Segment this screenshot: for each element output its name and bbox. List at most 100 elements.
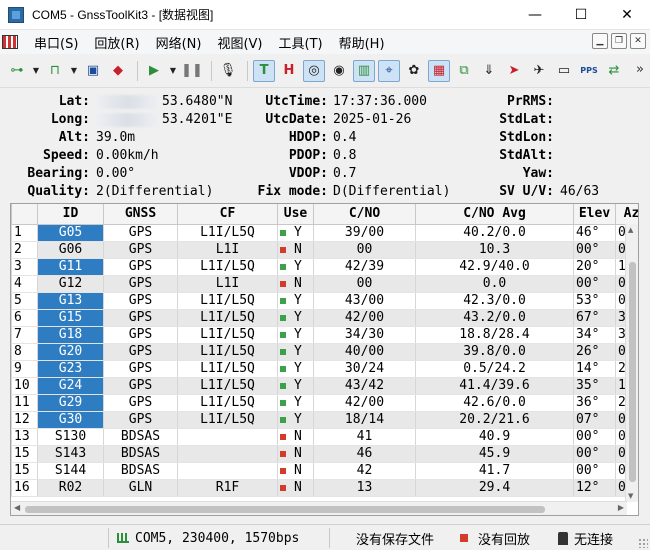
column-header-cno-avg[interactable]: C/NO Avg [415,204,574,225]
data-grid-icon[interactable]: ▦ [428,59,450,82]
save-status: 没有保存文件 [356,528,434,548]
horizontal-scrollbar[interactable]: ◀ ▶ [11,501,627,515]
table-row[interactable]: 16R02GLNR1FN1329.412°04 [11,479,638,497]
text-view-icon[interactable]: T [253,59,275,82]
maximize-button[interactable]: ☐ [558,0,604,30]
save-icon[interactable]: ▣ [82,60,104,82]
menu-help[interactable]: 帮助(H) [331,30,393,54]
table-row[interactable]: 15S144BDSASN4241.700°00 [11,462,638,480]
settings-icon[interactable]: ✿ [403,60,425,82]
resize-grip-icon[interactable] [638,538,648,548]
vdop-value: 0.7 [333,166,357,181]
vertical-scrollbar[interactable]: ▲ ▼ [625,224,638,502]
mdi-restore-button[interactable]: ❐ [611,33,627,49]
vertical-scroll-thumb[interactable] [629,262,636,482]
table-row[interactable]: 8G20GPSL1I/L5QY40/0039.8/0.026°08 [11,343,638,361]
menu-serial[interactable]: 串口(S) [26,30,86,54]
port-status: COM5, 230400, 1570bps [108,528,330,548]
satellite-icon[interactable]: ✈ [528,60,550,82]
navigation-icon[interactable]: ➤ [503,60,525,82]
dropdown-arrow-icon[interactable]: ▼ [69,60,79,82]
row-number: 1 [11,224,38,242]
swap-icon[interactable]: ⇄ [603,60,625,82]
table-row[interactable]: 13S130BDSASN4140.900°00 [11,428,638,446]
row-number: 10 [11,377,38,395]
used-indicator-icon [280,229,286,236]
tag-icon[interactable]: ◆ [107,60,129,82]
dropdown-arrow-icon[interactable]: ▼ [168,60,178,82]
table-row[interactable]: 3G11GPSL1I/L5QY42/3942.9/40.020°13 [11,258,638,276]
elevation: 12° [573,479,616,497]
minimize-button[interactable]: — [512,0,558,30]
gnss-system: GPS [103,275,178,293]
menu-replay[interactable]: 回放(R) [86,30,147,54]
scroll-right-icon[interactable]: ▶ [618,503,624,512]
satellite-id: S143 [37,445,104,463]
carrier-frequency: L1I/L5Q [177,343,278,361]
table-row[interactable]: 1G05GPSL1I/L5QY39/0040.2/0.046°04 [11,224,638,242]
carrier-frequency: L1I/L5Q [177,292,278,310]
column-header-use[interactable]: Use [277,204,314,225]
pps-icon[interactable]: PPS [578,60,600,82]
header-view-icon[interactable]: H [278,60,300,82]
compass-view-icon[interactable]: ◉ [328,60,350,82]
column-header-rownum[interactable] [11,204,38,225]
satellite-id: G05 [37,224,104,242]
dropdown-arrow-icon[interactable]: ▼ [31,60,41,82]
table-row[interactable]: 5G13GPSL1I/L5QY43/0042.3/0.053°03 [11,292,638,310]
download-icon[interactable]: ⇓ [478,60,500,82]
document-icon[interactable] [2,35,18,49]
scroll-up-icon[interactable]: ▲ [628,226,633,234]
unused-indicator-icon [280,433,286,440]
mdi-close-button[interactable]: ✕ [630,33,646,49]
table-row[interactable]: 2G06GPSL1IN0010.300°00 [11,241,638,259]
menu-view[interactable]: 视图(V) [209,30,270,54]
hdop-label: HDOP: [288,130,328,145]
table-row[interactable]: 4G12GPSL1IN000.000°00 [11,275,638,293]
row-number: 5 [11,292,38,310]
target-view-icon[interactable]: ◎ [303,59,325,82]
signal-wave-icon[interactable]: ⊓ [44,60,66,82]
scroll-down-icon[interactable]: ▼ [628,492,633,500]
more-icon[interactable]: » [636,62,644,77]
close-button[interactable]: ✕ [604,0,650,30]
pause-icon[interactable]: ❚❚ [181,60,203,82]
column-header-az[interactable]: Az [615,204,638,225]
bearing-value: 0.00° [96,166,136,181]
column-header-cf[interactable]: CF [177,204,278,225]
use-flag: Y [277,292,314,310]
table-row[interactable]: 10G24GPSL1I/L5QY43/4241.4/39.635°17 [11,377,638,395]
play-icon[interactable]: ▶ [143,60,165,82]
unused-indicator-icon [280,280,286,287]
mdi-minimize-button[interactable]: ▁ [592,33,608,49]
table-row[interactable]: 15S143BDSASN4645.900°00 [11,445,638,463]
microphone-icon[interactable]: 🎙 [217,60,239,82]
gnss-system: GPS [103,360,178,378]
menu-tools[interactable]: 工具(T) [271,30,331,54]
table-row[interactable]: 6G15GPSL1I/L5QY42/0043.2/0.067°31 [11,309,638,327]
table-row[interactable]: 12G30GPSL1I/L5QY18/1420.2/21.607°04 [11,411,638,429]
menu-network[interactable]: 网络(N) [148,30,210,54]
table-row[interactable]: 7G18GPSL1I/L5QY34/3018.8/28.434°32 [11,326,638,344]
cno-average: 42.9/40.0 [415,258,574,276]
column-header-gnss[interactable]: GNSS [103,204,178,225]
horizontal-scroll-thumb[interactable] [25,506,545,513]
connect-port-icon[interactable]: ⊶ [6,60,28,82]
pdop-label: PDOP: [288,148,328,163]
signal-bars-icon[interactable]: ▥ [353,59,375,82]
gnss-system: GPS [103,411,178,429]
column-header-elev[interactable]: Elev [573,204,616,225]
column-header-cno[interactable]: C/NO [313,204,416,225]
gnss-system: GPS [103,241,178,259]
cno-average: 10.3 [415,241,574,259]
export-icon[interactable]: ⧉ [453,60,475,82]
satellite-map-icon[interactable]: ⌖ [378,59,400,82]
document-icon[interactable]: ▭ [553,60,575,82]
carrier-frequency: L1I/L5Q [177,326,278,344]
table-row[interactable]: 11G29GPSL1I/L5QY42/0042.6/0.036°24 [11,394,638,412]
scroll-left-icon[interactable]: ◀ [14,503,20,512]
column-header-id[interactable]: ID [37,204,104,225]
mdi-controls: ▁ ❐ ✕ [592,33,646,49]
table-row[interactable]: 9G23GPSL1I/L5QY30/240.5/24.214°29 [11,360,638,378]
used-indicator-icon [280,331,286,338]
